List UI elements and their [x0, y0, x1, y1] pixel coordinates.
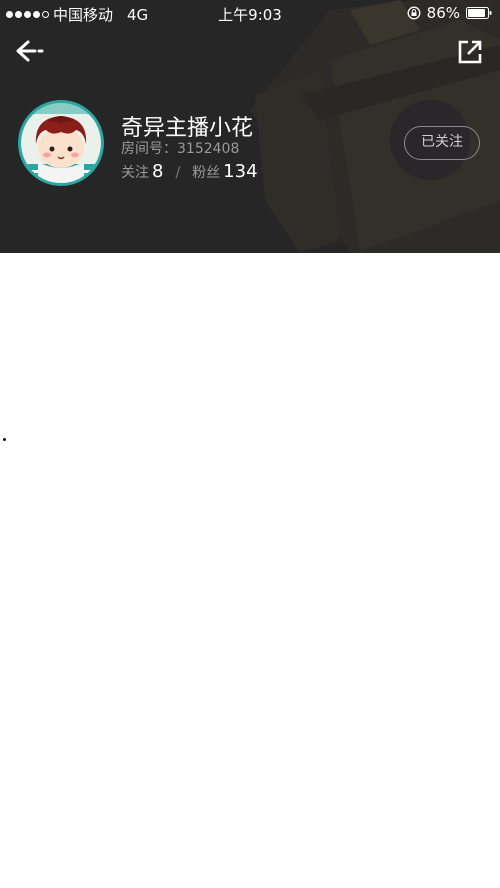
- followed-button[interactable]: 已关注: [404, 126, 480, 160]
- room-label: 房间号：: [121, 141, 177, 157]
- profile-header: 中国移动 4G 上午9:03 86% 奇异主播小花 房间号：3152408 关注…: [0, 0, 500, 253]
- battery-icon: [466, 7, 492, 19]
- avatar[interactable]: [18, 100, 104, 186]
- following-count[interactable]: 8: [152, 161, 163, 182]
- stats-separator: /: [175, 165, 181, 181]
- share-external-icon[interactable]: [456, 38, 484, 66]
- room-number: 3152408: [177, 141, 240, 157]
- status-time: 上午9:03: [218, 6, 282, 24]
- stray-dot: [3, 438, 6, 441]
- room-info: 房间号：3152408: [121, 138, 239, 158]
- status-bar: 中国移动 4G 上午9:03 86%: [0, 0, 500, 26]
- back-arrow-icon[interactable]: [14, 38, 46, 64]
- rotation-lock-icon: [407, 6, 421, 20]
- fans-label[interactable]: 粉丝: [192, 162, 220, 182]
- following-label[interactable]: 关注: [121, 162, 149, 182]
- fans-count[interactable]: 134: [223, 161, 257, 182]
- battery-percent: 86%: [426, 4, 460, 22]
- follow-stats: 关注 8 / 粉丝 134: [121, 161, 258, 182]
